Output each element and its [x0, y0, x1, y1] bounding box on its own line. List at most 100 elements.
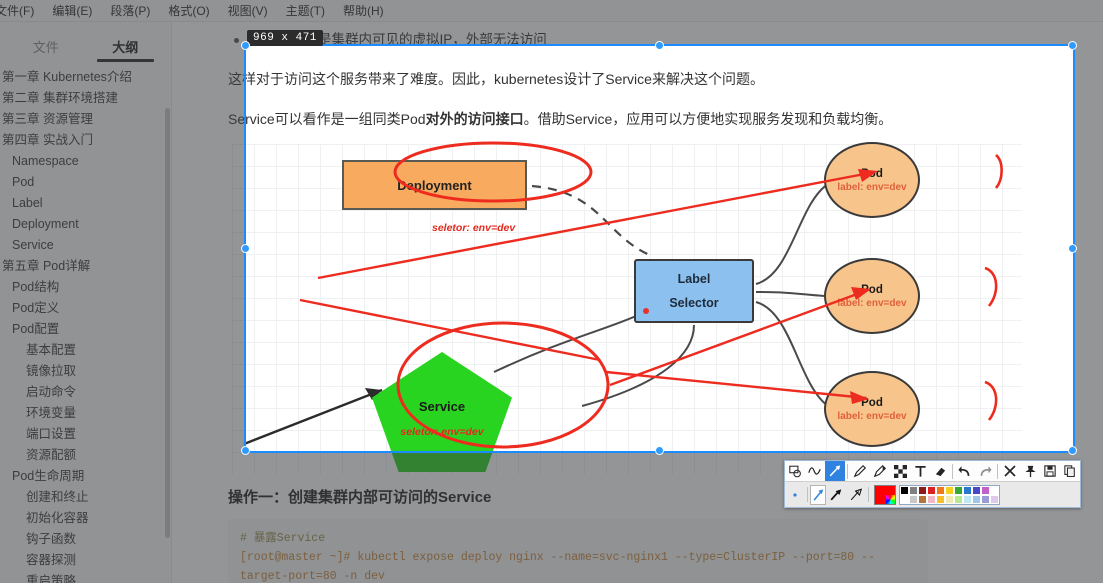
close-icon[interactable] [1000, 461, 1020, 481]
menu-item-paragraph[interactable]: 段落(P) [101, 0, 159, 22]
toolbar-separator-2 [952, 463, 953, 479]
outline-item[interactable]: 创建和终止 [0, 487, 171, 508]
toolbar-separator-1 [847, 463, 848, 479]
menu-item-help[interactable]: 帮助(H) [334, 0, 393, 22]
shapes-icon[interactable] [785, 461, 805, 481]
color-swatch[interactable] [954, 494, 963, 504]
redo-icon[interactable] [975, 461, 995, 481]
sidebar-tab-outline[interactable]: 大纲 [86, 37, 166, 62]
arrow-icon[interactable] [825, 461, 845, 481]
dot-size-icon[interactable] [785, 485, 805, 505]
sidebar-tab-files[interactable]: 文件 [6, 37, 86, 62]
current-color-swatch[interactable] [874, 484, 896, 505]
menu-item-file[interactable]: 文件(F) [0, 0, 43, 22]
capture-resize-handle[interactable] [241, 41, 250, 50]
outline-item[interactable]: 容器探测 [0, 550, 171, 571]
toolbar-separator-3 [997, 463, 998, 479]
line-thickness-picker[interactable] [810, 484, 826, 505]
color-palette[interactable] [899, 484, 1000, 505]
color-swatch[interactable] [900, 485, 909, 495]
sidebar: 文件 大纲 第一章 Kubernetes介绍 第二章 集群环境搭建 第三章 资源管理… [0, 22, 172, 583]
color-swatch[interactable] [981, 494, 990, 504]
color-swatch[interactable] [990, 494, 999, 504]
outline-item[interactable]: 第二章 集群环境搭建 [0, 88, 171, 109]
outline-item[interactable]: Pod定义 [0, 298, 171, 319]
annotation-toolbar[interactable] [784, 460, 1081, 508]
color-swatch[interactable] [936, 494, 945, 504]
outline-item[interactable]: 初始化容器 [0, 508, 171, 529]
capture-resize-handle[interactable] [1068, 243, 1077, 253]
outline-item[interactable]: Pod [0, 172, 171, 193]
color-swatch[interactable] [927, 494, 936, 504]
outline-item[interactable]: Namespace [0, 151, 171, 172]
capture-resize-handle[interactable] [241, 446, 250, 455]
menu-item-format[interactable]: 格式(O) [159, 0, 218, 22]
capture-resize-handle[interactable] [1068, 446, 1077, 455]
code-command-line-2: target-port=80 -n dev [240, 570, 385, 583]
outline-item[interactable]: 资源配额 [0, 445, 171, 466]
outline-item[interactable]: 重启策略 [0, 571, 171, 583]
marker-icon[interactable] [870, 461, 890, 481]
menu-item-view[interactable]: 视图(V) [219, 0, 277, 22]
sidebar-scrollbar[interactable] [165, 108, 170, 538]
menu-item-edit[interactable]: 编辑(E) [43, 0, 101, 22]
pin-icon[interactable] [1020, 461, 1040, 481]
color-swatch[interactable] [963, 494, 972, 504]
color-swatch[interactable] [990, 485, 999, 495]
capture-selection-region[interactable] [244, 44, 1075, 453]
menu-item-theme[interactable]: 主题(T) [277, 0, 334, 22]
outline-item[interactable]: 镜像拉取 [0, 361, 171, 382]
outline-item[interactable]: 钩子函数 [0, 529, 171, 550]
toolbar-separator-5 [868, 487, 869, 502]
outline-item[interactable]: 端口设置 [0, 424, 171, 445]
bullet-dot-icon [234, 37, 239, 43]
color-swatch[interactable] [945, 485, 954, 495]
color-palette-row [900, 494, 999, 504]
color-swatch[interactable] [900, 494, 909, 504]
mosaic-icon[interactable] [890, 461, 910, 481]
color-swatch[interactable] [918, 485, 927, 495]
sidebar-tabs: 文件 大纲 [0, 22, 171, 62]
outline-item[interactable]: 第五章 Pod详解 [0, 256, 171, 277]
outline-item[interactable]: 第一章 Kubernetes介绍 [0, 67, 171, 88]
copy-icon[interactable] [1060, 461, 1080, 481]
capture-resize-handle[interactable] [1068, 41, 1077, 50]
save-icon[interactable] [1040, 461, 1060, 481]
color-swatch[interactable] [945, 494, 954, 504]
color-swatch[interactable] [954, 485, 963, 495]
color-swatch[interactable] [972, 485, 981, 495]
color-swatch[interactable] [909, 494, 918, 504]
color-swatch[interactable] [936, 485, 945, 495]
outline-item[interactable]: 启动命令 [0, 382, 171, 403]
outline-list[interactable]: 第一章 Kubernetes介绍 第二章 集群环境搭建 第三章 资源管理 第四章 实战… [0, 62, 171, 583]
color-swatch[interactable] [909, 485, 918, 495]
capture-resize-handle[interactable] [654, 41, 664, 50]
arrow-solid-icon[interactable] [826, 485, 846, 505]
code-block[interactable]: # 暴露Service [root@master ~]# kubectl exp… [228, 519, 928, 583]
outline-item[interactable]: 环境变量 [0, 403, 171, 424]
text-icon[interactable] [910, 461, 930, 481]
color-swatch[interactable] [981, 485, 990, 495]
outline-item[interactable]: Label [0, 193, 171, 214]
undo-icon[interactable] [955, 461, 975, 481]
outline-item[interactable]: Pod生命周期 [0, 466, 171, 487]
squiggle-icon[interactable] [805, 461, 825, 481]
color-swatch[interactable] [927, 485, 936, 495]
outline-item[interactable]: Pod结构 [0, 277, 171, 298]
outline-item[interactable]: Pod配置 [0, 319, 171, 340]
outline-item[interactable]: 第三章 资源管理 [0, 109, 171, 130]
eraser-icon[interactable] [930, 461, 950, 481]
pencil-icon[interactable] [850, 461, 870, 481]
color-swatch[interactable] [963, 485, 972, 495]
arrow-outline-icon[interactable] [846, 485, 866, 505]
capture-resize-handle[interactable] [241, 243, 250, 253]
capture-resize-handle[interactable] [654, 446, 664, 455]
outline-item[interactable]: 基本配置 [0, 340, 171, 361]
code-command-line-1: kubectl expose deploy nginx --name=svc-n… [350, 551, 875, 564]
outline-item[interactable]: Deployment [0, 214, 171, 235]
outline-item[interactable]: 第四章 实战入门 [0, 130, 171, 151]
capture-size-badge: 969 x 471 [247, 30, 323, 46]
outline-item[interactable]: Service [0, 235, 171, 256]
color-swatch[interactable] [918, 494, 927, 504]
color-swatch[interactable] [972, 494, 981, 504]
